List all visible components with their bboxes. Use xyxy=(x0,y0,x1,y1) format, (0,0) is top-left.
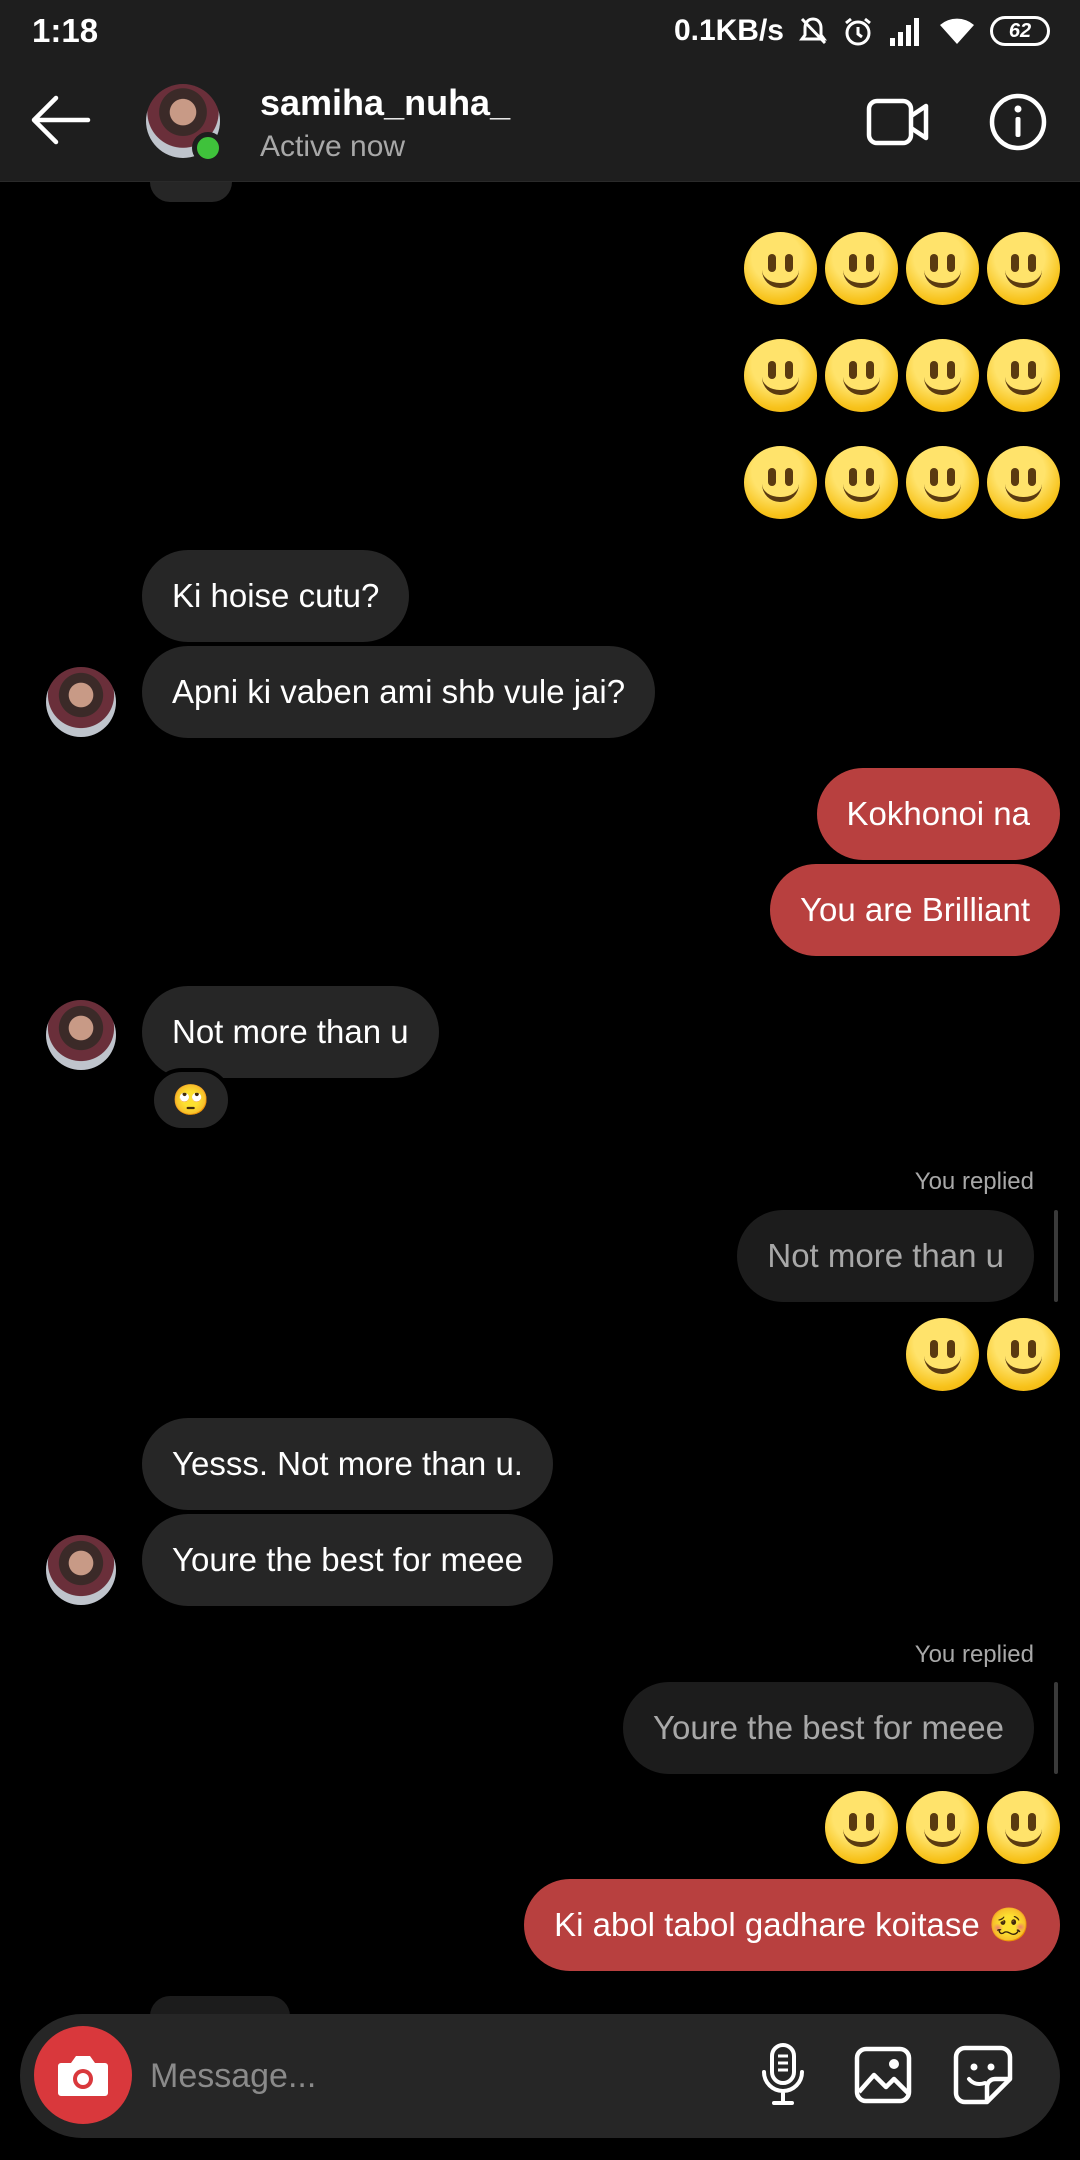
net-speed: 0.1KB/s xyxy=(673,14,784,47)
incoming-message[interactable]: Yesss. Not more than u. xyxy=(142,1418,553,1510)
slight-smile-emoji-icon xyxy=(987,446,1060,519)
emoji-message[interactable] xyxy=(744,339,1060,412)
slight-smile-emoji-icon xyxy=(825,232,898,305)
active-indicator xyxy=(192,132,224,164)
reply-label: You replied xyxy=(914,1641,1034,1668)
slight-smile-emoji-icon xyxy=(744,339,817,412)
slight-smile-emoji-icon xyxy=(744,232,817,305)
message-composer xyxy=(20,2014,1060,2138)
gallery-button[interactable] xyxy=(850,2042,916,2108)
slight-smile-emoji-icon xyxy=(987,339,1060,412)
outgoing-message[interactable]: Kokhonoi na xyxy=(816,768,1060,860)
quoted-message[interactable]: Youre the best for meee xyxy=(622,1682,1034,1774)
info-icon xyxy=(989,93,1047,151)
outgoing-message[interactable]: You are Brilliant xyxy=(770,864,1060,956)
slight-smile-emoji-icon xyxy=(825,1791,898,1864)
emoji-message[interactable] xyxy=(906,1318,1060,1391)
mute-bell-icon xyxy=(799,17,827,45)
status-bar: 1:18 0.1KB/s 62 xyxy=(0,0,1080,60)
reply-bar xyxy=(1054,1682,1058,1774)
signal-icon xyxy=(890,18,919,46)
slight-smile-emoji-icon xyxy=(987,1318,1060,1391)
back-button[interactable] xyxy=(28,92,92,148)
contact-name[interactable]: samiha_nuha_ xyxy=(260,82,510,124)
video-camera-icon xyxy=(866,98,929,146)
emoji-message[interactable] xyxy=(744,232,1060,305)
slight-smile-emoji-icon xyxy=(825,446,898,519)
emoji-message[interactable] xyxy=(825,1791,1060,1864)
microphone-icon xyxy=(762,2043,804,2105)
slight-smile-emoji-icon xyxy=(987,1791,1060,1864)
avatar[interactable] xyxy=(46,1000,116,1070)
info-button[interactable] xyxy=(988,92,1048,152)
slight-smile-emoji-icon xyxy=(906,232,979,305)
slight-smile-emoji-icon xyxy=(987,232,1060,305)
voice-message-button[interactable] xyxy=(750,2042,816,2108)
incoming-message[interactable]: Ki hoise cutu? xyxy=(142,550,410,642)
reply-label: You replied xyxy=(914,1168,1034,1195)
sticker-button[interactable] xyxy=(950,2042,1016,2108)
message-reaction[interactable]: 🙄 xyxy=(150,1068,232,1132)
avatar[interactable] xyxy=(46,1535,116,1605)
status-time: 1:18 xyxy=(32,12,99,49)
status-icons: 0.1KB/s 62 xyxy=(674,12,1050,50)
camera-icon xyxy=(58,2056,108,2096)
camera-button[interactable] xyxy=(34,2026,132,2124)
wifi-icon xyxy=(940,18,974,44)
reply-bar xyxy=(1054,1210,1058,1302)
battery-indicator: 62 xyxy=(990,16,1050,46)
alarm-icon xyxy=(845,17,871,46)
chat-header: samiha_nuha_ Active now xyxy=(0,60,1080,182)
partial-reaction xyxy=(150,182,232,202)
quoted-message[interactable]: Not more than u xyxy=(737,1210,1034,1302)
sticker-icon xyxy=(953,2045,1013,2105)
incoming-message[interactable]: Apni ki vaben ami shb vule jai? xyxy=(142,646,656,738)
image-icon xyxy=(854,2046,912,2104)
slight-smile-emoji-icon xyxy=(906,339,979,412)
slight-smile-emoji-icon xyxy=(825,339,898,412)
outgoing-message[interactable]: Ki abol tabol gadhare koitase 🥴 xyxy=(524,1879,1060,1971)
video-call-button[interactable] xyxy=(866,96,930,148)
emoji-message[interactable] xyxy=(744,446,1060,519)
slight-smile-emoji-icon xyxy=(906,1318,979,1391)
message-thread[interactable]: Ki hoise cutu? Apni ki vaben ami shb vul… xyxy=(0,182,1080,2002)
incoming-message[interactable]: Youre the best for meee xyxy=(142,1514,554,1606)
arrow-left-icon xyxy=(31,95,91,145)
slight-smile-emoji-icon xyxy=(906,1791,979,1864)
avatar[interactable] xyxy=(46,667,116,737)
message-input[interactable] xyxy=(150,2040,710,2112)
contact-status: Active now xyxy=(260,130,406,163)
slight-smile-emoji-icon xyxy=(744,446,817,519)
slight-smile-emoji-icon xyxy=(906,446,979,519)
incoming-message[interactable]: Not more than u xyxy=(142,986,439,1078)
